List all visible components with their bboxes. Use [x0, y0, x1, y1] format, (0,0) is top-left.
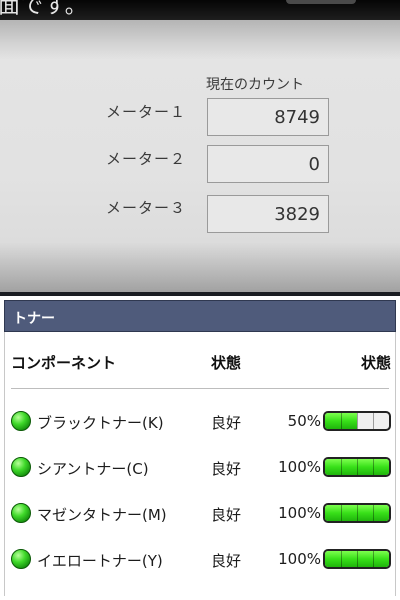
toner-status: 良好: [211, 460, 242, 478]
toner-name: シアントナー(C): [37, 460, 149, 478]
toner-row-magenta: マゼンタトナー(M) 良好 100%: [5, 498, 397, 528]
toner-percent: 50%: [287, 412, 321, 430]
toner-percent: 100%: [278, 504, 321, 522]
toner-row-cyan: シアントナー(C) 良好 100%: [5, 452, 397, 482]
screen-shade: [0, 20, 400, 60]
meter-3-label: メーター３: [106, 199, 187, 217]
status-led-icon: [11, 503, 31, 523]
meter-2-label: メーター２: [106, 150, 187, 168]
meter-1-value: 8749: [207, 98, 329, 136]
bar-segment-divider: [373, 505, 374, 521]
bar-segment-divider: [357, 459, 358, 475]
clipped-title: 面です。: [0, 0, 88, 19]
toner-level-bar: [323, 411, 391, 431]
bar-segment-divider: [373, 413, 374, 429]
column-header-level: 状態: [360, 354, 391, 372]
toner-level-bar: [323, 549, 391, 569]
bar-segment-divider: [341, 505, 342, 521]
screen-bottom-fade: [0, 242, 400, 292]
toner-percent: 100%: [278, 458, 321, 476]
counter-screen: 面です。 現在のカウント メーター１ 8749 メーター２ 0 メーター３ 38…: [0, 0, 400, 292]
status-led-icon: [11, 411, 31, 431]
header-divider: [11, 388, 389, 389]
toner-status: 良好: [211, 414, 242, 432]
column-header-status: 状態: [211, 354, 242, 372]
toner-level-bar: [323, 503, 391, 523]
bar-segment-divider: [373, 551, 374, 567]
bar-segment-divider: [357, 551, 358, 567]
toner-name: マゼンタトナー(M): [37, 506, 167, 524]
title-strip: 面です。: [0, 0, 400, 20]
bar-segment-divider: [373, 459, 374, 475]
toner-name: ブラックトナー(K): [37, 414, 164, 432]
bar-segment-divider: [341, 459, 342, 475]
bar-segment-divider: [357, 505, 358, 521]
status-led-icon: [11, 457, 31, 477]
bar-segment-divider: [341, 413, 342, 429]
toner-status: 良好: [211, 506, 242, 524]
toner-panel: トナー コンポーネント 状態 状態 ブラックトナー(K) 良好 50% シアント…: [0, 296, 400, 600]
toner-percent: 100%: [278, 550, 321, 568]
toner-name: イエロートナー(Y): [37, 552, 163, 570]
bar-segment-divider: [341, 551, 342, 567]
toner-row-yellow: イエロートナー(Y) 良好 100%: [5, 544, 397, 574]
count-header: 現在のカウント: [206, 77, 304, 93]
meter-2-value: 0: [207, 145, 329, 183]
toner-row-black: ブラックトナー(K) 良好 50%: [5, 406, 397, 436]
column-header-component: コンポーネント: [11, 354, 117, 372]
status-led-icon: [11, 549, 31, 569]
bezel-edge: [286, 0, 356, 4]
meter-1-label: メーター１: [106, 103, 187, 121]
toner-panel-title: トナー: [4, 300, 396, 332]
toner-status: 良好: [211, 552, 242, 570]
toner-panel-body: コンポーネント 状態 状態 ブラックトナー(K) 良好 50% シアントナー(C…: [4, 332, 396, 596]
meter-3-value: 3829: [207, 195, 329, 233]
bar-segment-divider: [357, 413, 358, 429]
toner-level-bar: [323, 457, 391, 477]
